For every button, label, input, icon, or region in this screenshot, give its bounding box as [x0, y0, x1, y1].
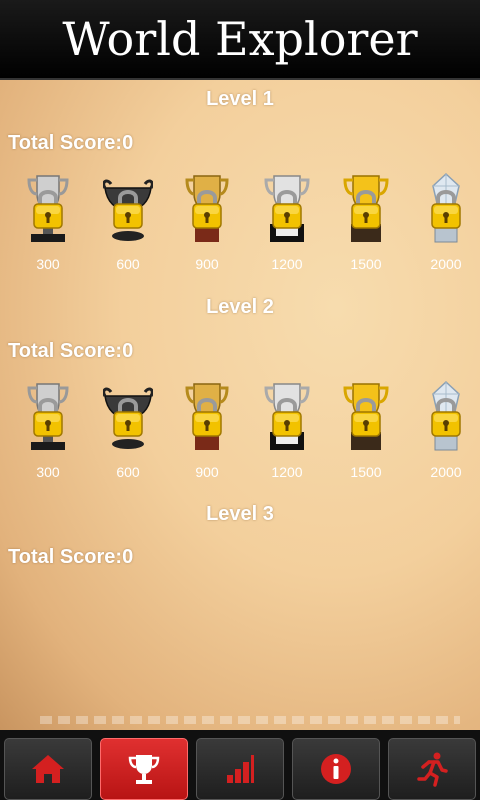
level-1-score: Total Score:0 — [8, 132, 134, 154]
locked-trophy[interactable]: 1200 — [252, 172, 322, 272]
level-3-title: Level 3 — [206, 503, 274, 525]
trophy-icon — [128, 755, 160, 784]
locked-trophy[interactable]: 1500 — [331, 380, 401, 480]
bar-chart-icon — [227, 755, 254, 783]
level-1-title: Level 1 — [206, 88, 274, 110]
level-3-score: Total Score:0 — [8, 546, 134, 568]
trophy-score-label: 1500 — [350, 464, 382, 480]
locked-trophy[interactable]: 900 — [172, 172, 242, 272]
locked-trophy[interactable]: 300 — [13, 172, 83, 272]
trophy-score-label: 900 — [195, 256, 219, 272]
trophy-score-label: 1200 — [271, 464, 303, 480]
app-title: World Explorer — [62, 12, 418, 66]
tab-exit[interactable] — [388, 738, 476, 800]
app-header: World Explorer — [0, 0, 480, 80]
trophy-score-label: 1500 — [350, 256, 382, 272]
home-icon — [32, 755, 64, 783]
level-2-trophy-row: 300 600 900 1200 1500 2000 — [0, 380, 480, 490]
locked-trophy[interactable]: 1200 — [252, 380, 322, 480]
locked-trophy[interactable]: 900 — [172, 380, 242, 480]
trophy-score-label: 300 — [36, 464, 60, 480]
locked-trophy[interactable]: 300 — [13, 380, 83, 480]
tab-stats[interactable] — [196, 738, 284, 800]
trophy-score-label: 300 — [36, 256, 60, 272]
trophy-score-label: 900 — [195, 464, 219, 480]
trophy-score-label: 600 — [116, 464, 140, 480]
locked-trophy[interactable]: 600 — [93, 172, 163, 272]
trophy-score-label: 1200 — [271, 256, 303, 272]
tab-home[interactable] — [4, 738, 92, 800]
achievements-panel: Level 1 Total Score:0 300 600 900 1200 1500 2… — [0, 80, 480, 730]
info-icon — [321, 754, 351, 784]
trophy-score-label: 2000 — [430, 464, 462, 480]
faint-background-text — [40, 716, 460, 724]
level-1-trophy-row: 300 600 900 1200 1500 2000 — [0, 172, 480, 282]
locked-trophy[interactable]: 600 — [93, 380, 163, 480]
locked-trophy[interactable]: 2000 — [411, 172, 480, 272]
level-2-score: Total Score:0 — [8, 340, 134, 362]
trophy-score-label: 600 — [116, 256, 140, 272]
trophy-score-label: 2000 — [430, 256, 462, 272]
level-2-title: Level 2 — [206, 296, 274, 318]
tab-info[interactable] — [292, 738, 380, 800]
tab-trophies[interactable] — [100, 738, 188, 800]
locked-trophy[interactable]: 1500 — [331, 172, 401, 272]
exit-runner-icon — [417, 752, 448, 787]
bottom-tab-bar — [0, 730, 480, 800]
locked-trophy[interactable]: 2000 — [411, 380, 480, 480]
